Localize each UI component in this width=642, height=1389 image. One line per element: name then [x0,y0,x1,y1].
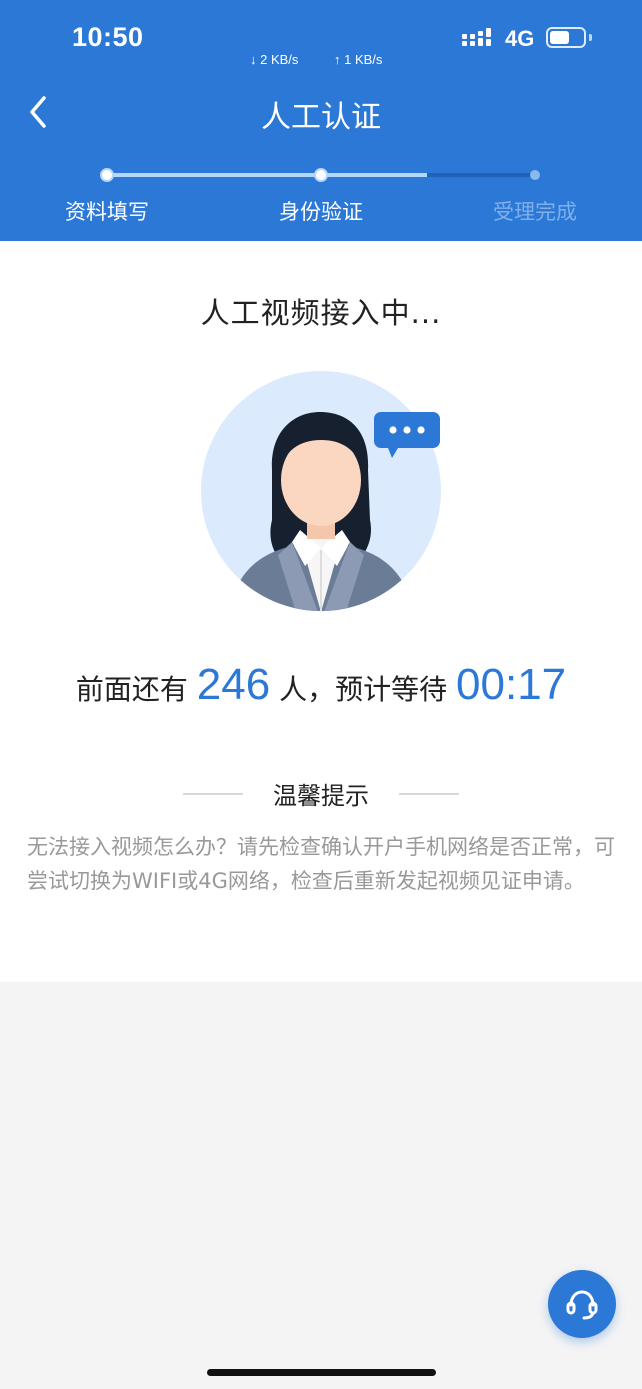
step-dot-1 [100,168,114,182]
signal-icon [462,28,491,46]
home-indicator [207,1369,436,1376]
step-label-verify: 身份验证 [279,200,363,224]
battery-icon [546,27,586,48]
download-speed: ↓ 2 KB/s [250,52,299,67]
step-label-complete: 受理完成 [493,200,577,224]
step-label-info: 资料填写 [65,200,149,224]
customer-service-button[interactable] [548,1270,616,1338]
progress-track-done [107,173,427,177]
upload-speed: ↑ 1 KB/s [334,52,383,67]
queue-prefix: 前面还有 [75,673,188,706]
step-dot-2 [314,168,328,182]
queue-info: 前面还有 246 人，预计等待 00:17 [0,660,642,710]
step-dot-3 [530,170,540,180]
status-time: 10:50 [72,22,144,52]
tip-title: 温馨提示 [273,782,369,810]
headset-icon [566,1290,598,1320]
agent-avatar-illustration [201,371,441,611]
queue-count: 246 [196,660,271,709]
queue-middle: 人，预计等待 [279,673,448,706]
page-title: 人工认证 [261,100,381,135]
progress-track-pending [427,173,535,177]
connecting-status: 人工视频接入中... [200,296,442,330]
wait-time: 00:17 [456,660,567,709]
carrier-label: 4G [505,26,535,51]
header-bar: 10:50 ↓ 2 KB/s ↑ 1 KB/s 4G 人工认证 资料填写 身份验… [0,0,642,241]
battery-nub [589,34,592,41]
tip-text: 无法接入视频怎么办？请先检查确认开户手机网络是否正常，可尝试切换为WIFI或4G… [27,835,615,893]
battery-level [550,31,570,44]
